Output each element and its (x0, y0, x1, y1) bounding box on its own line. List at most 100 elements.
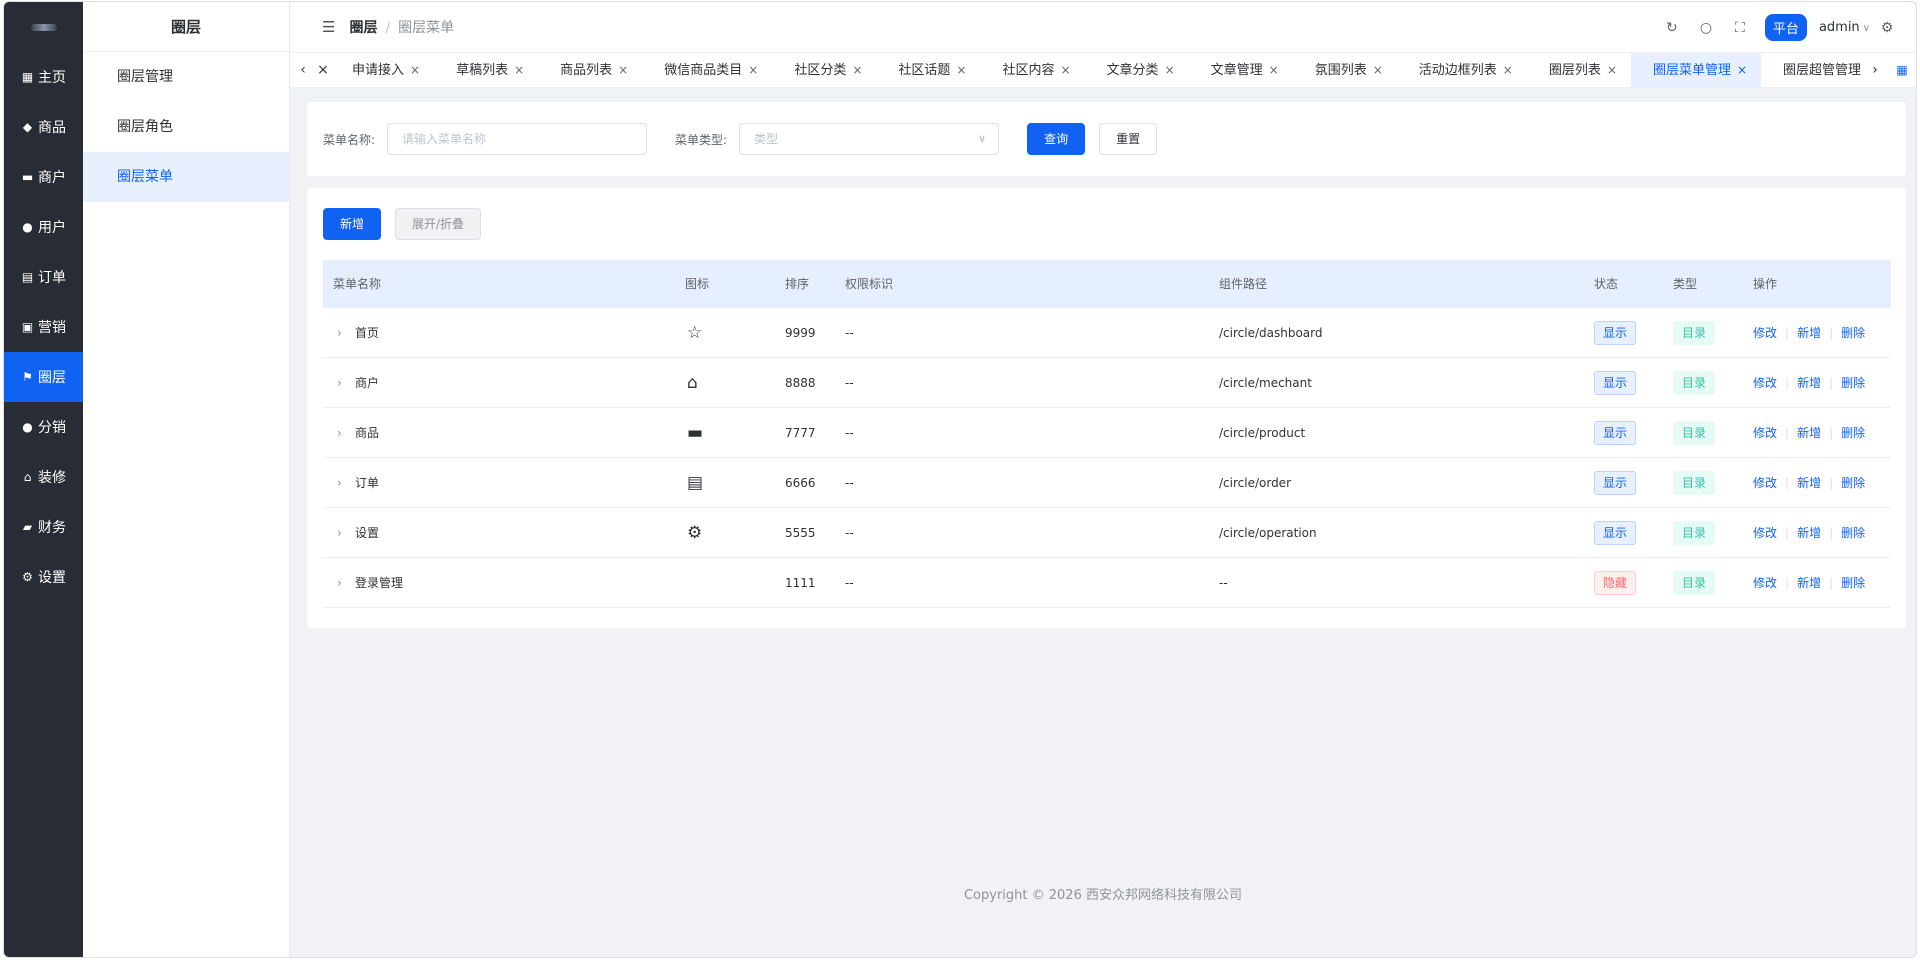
tab-close-icon[interactable]: × (1269, 63, 1279, 77)
reset-button[interactable]: 重置 (1099, 123, 1158, 155)
add-child-link[interactable]: 新增 (1797, 426, 1821, 440)
tab-item[interactable]: 商品列表 × (538, 53, 642, 88)
sub-menu-item[interactable]: 圈层菜单 (83, 152, 289, 202)
delete-link[interactable]: 删除 (1841, 476, 1865, 490)
tab-close-icon[interactable]: × (1607, 63, 1617, 77)
add-child-link[interactable]: 新增 (1797, 476, 1821, 490)
nav-item-label: 营销 (38, 320, 66, 336)
tab-item[interactable]: 微信商品类目 × (642, 53, 772, 88)
nav-item-2[interactable]: ▬ 商户 (4, 152, 83, 202)
expand-row-icon[interactable]: › (337, 458, 342, 508)
tab-item[interactable]: 文章分类 × (1085, 53, 1189, 88)
nav-item-5[interactable]: ▣ 营销 (4, 302, 83, 352)
edit-link[interactable]: 修改 (1753, 476, 1777, 490)
tab-close-icon[interactable]: × (1165, 63, 1175, 77)
edit-link[interactable]: 修改 (1753, 376, 1777, 390)
expand-collapse-button[interactable]: 展开/折叠 (395, 208, 482, 240)
search-icon[interactable]: ○ (1689, 20, 1723, 36)
nav-item-6[interactable]: ⚑ 圈层 (4, 352, 83, 402)
edit-link[interactable]: 修改 (1753, 426, 1777, 440)
tab-close-icon[interactable]: × (410, 63, 420, 77)
tab-item[interactable]: 社区内容 × (980, 53, 1084, 88)
delete-link[interactable]: 删除 (1841, 426, 1865, 440)
home-icon: ⌂ (23, 470, 32, 484)
query-button[interactable]: 查询 (1027, 123, 1086, 155)
grid-icon: ▦ (21, 70, 34, 84)
nav-item-3[interactable]: ● 用户 (4, 202, 83, 252)
nav-item-9[interactable]: ▰ 财务 (4, 502, 83, 552)
add-child-link[interactable]: 新增 (1797, 576, 1821, 590)
tab-close-icon[interactable]: × (1503, 63, 1513, 77)
tab-close-icon[interactable]: × (748, 63, 758, 77)
add-child-link[interactable]: 新增 (1797, 526, 1821, 540)
edit-link[interactable]: 修改 (1753, 576, 1777, 590)
tab-item[interactable]: 氛围列表 × (1293, 53, 1397, 88)
sub-menu-item[interactable]: 圈层角色 (83, 102, 289, 152)
nav-item-7[interactable]: ● 分销 (4, 402, 83, 452)
menu-type-label: 菜单类型: (675, 132, 728, 147)
menu-name-cell: 设置 (355, 526, 380, 540)
gear-icon: ⚙ (22, 570, 33, 584)
delete-link[interactable]: 删除 (1841, 376, 1865, 390)
nav-item-label: 设置 (38, 570, 66, 586)
menu-name-input[interactable]: 请输入菜单名称 (387, 123, 648, 155)
table-header: 菜单名称 图标 排序 权限标识 组件路径 状态 类型 操作 (323, 260, 1891, 308)
expand-row-icon[interactable]: › (337, 358, 342, 408)
tab-close-icon[interactable]: × (1737, 63, 1747, 77)
expand-row-icon[interactable]: › (337, 408, 342, 458)
tab-item[interactable]: 活动边框列表 × (1397, 53, 1527, 88)
refresh-icon[interactable]: ↻ (1655, 20, 1689, 36)
nav-item-10[interactable]: ⚙ 设置 (4, 552, 83, 602)
nav-item-1[interactable]: ◆ 商品 (4, 102, 83, 152)
close-icon[interactable]: × (316, 62, 330, 78)
tab-close-icon[interactable]: × (956, 63, 966, 77)
sub-menu: 圈层 圈层管理 圈层角色 圈层菜单 (83, 2, 290, 957)
tab-close-icon[interactable]: × (1373, 63, 1383, 77)
settings-gear-icon[interactable]: ⚙ (1870, 20, 1904, 36)
gear-icon: ⚙ (687, 523, 703, 543)
delete-link[interactable]: 删除 (1841, 576, 1865, 590)
nav-item-4[interactable]: ▤ 订单 (4, 252, 83, 302)
tabs-scroll-right-icon[interactable]: › (1862, 62, 1888, 78)
tab-close-icon[interactable]: × (852, 63, 862, 77)
edit-link[interactable]: 修改 (1753, 526, 1777, 540)
expand-row-icon[interactable]: › (337, 508, 342, 558)
tab-item[interactable]: 圈层菜单管理 × (1630, 52, 1762, 88)
tab-item[interactable]: 社区分类 × (772, 53, 876, 88)
user-menu[interactable]: admin ∨ (1819, 20, 1870, 35)
tab-item[interactable]: 草稿列表 × (434, 53, 538, 88)
delete-link[interactable]: 删除 (1841, 526, 1865, 540)
breadcrumb-root[interactable]: 圈层 (349, 20, 377, 36)
add-child-link[interactable]: 新增 (1797, 376, 1821, 390)
tab-label: 氛围列表 (1314, 62, 1367, 78)
flag-icon: ⚑ (22, 370, 33, 384)
edit-link[interactable]: 修改 (1753, 326, 1777, 340)
tab-item[interactable]: 申请接入 × (330, 53, 434, 88)
table-row: › 登录管理 1111 -- -- 隐藏 目录 修改 | 新增 | 删除 (323, 558, 1891, 608)
tab-item[interactable]: 圈层列表 × (1527, 53, 1631, 88)
menu-toggle-icon[interactable]: ☰ (322, 18, 335, 36)
tabs-grid-icon[interactable]: ▦ (1888, 63, 1916, 77)
tab-item[interactable]: 社区话题 × (876, 53, 980, 88)
tab-item[interactable]: 圈层超管管理× (1761, 53, 1862, 88)
sub-menu-item[interactable]: 圈层管理 (83, 52, 289, 102)
nav-item-0[interactable]: ▦ 主页 (4, 52, 83, 102)
menu-type-select[interactable]: 类型 ∨ (739, 123, 1000, 155)
tab-close-icon[interactable]: × (1060, 63, 1070, 77)
expand-row-icon[interactable]: › (337, 308, 342, 358)
sort-cell: 6666 (785, 476, 816, 490)
fullscreen-icon[interactable]: ⛶ (1723, 20, 1757, 36)
type-badge: 目录 (1673, 571, 1716, 595)
add-child-link[interactable]: 新增 (1797, 326, 1821, 340)
table-row: › 首页 ☆ 9999 -- /circle/dashboard 显示 目录 修改 | 新增 | 删除 (323, 308, 1891, 358)
tab-close-icon[interactable]: × (618, 63, 628, 77)
tab-close-icon[interactable]: × (514, 63, 524, 77)
tabs-scroll-left-icon[interactable]: ‹ (290, 62, 316, 78)
add-menu-button[interactable]: 新增 (323, 208, 382, 240)
platform-badge[interactable]: 平台 (1764, 14, 1807, 41)
tab-item[interactable]: 文章管理 × (1189, 53, 1293, 88)
expand-row-icon[interactable]: › (337, 558, 342, 608)
menu-name-cell: 首页 (355, 326, 380, 340)
nav-item-8[interactable]: ⌂ 装修 (4, 452, 83, 502)
delete-link[interactable]: 删除 (1841, 326, 1865, 340)
